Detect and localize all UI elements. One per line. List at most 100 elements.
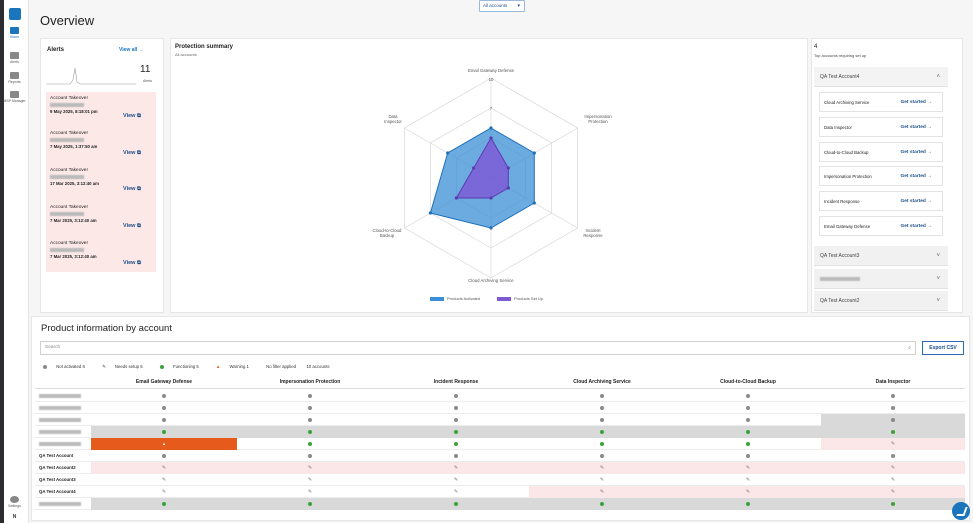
status-cell: [821, 498, 965, 510]
get-started-button[interactable]: Get started →: [901, 143, 932, 162]
axis-label: Data Inspector: [384, 114, 402, 124]
not-activated-icon: [600, 453, 604, 458]
chat-assistant-button[interactable]: [952, 502, 970, 520]
radar-point: [506, 186, 510, 190]
not-activated-icon: [308, 405, 312, 410]
account-name-redacted: [820, 276, 860, 281]
not-activated-icon: [891, 393, 895, 398]
status-cell: [91, 414, 237, 426]
table-row[interactable]: [35, 402, 965, 414]
export-csv-button[interactable]: Export CSV: [922, 341, 964, 355]
wrench-icon: ✎: [599, 465, 605, 471]
chevron-up-icon: ˄: [936, 74, 940, 80]
account-name-redacted: [39, 430, 81, 434]
get-started-button[interactable]: Get started →: [901, 118, 932, 137]
column-header: Email Gateway Defense: [135, 379, 193, 385]
status-cell: [383, 426, 529, 438]
setup-card: Cloud Archiving Service Get started →: [819, 92, 943, 112]
status-cell: ✎: [675, 462, 821, 474]
status-dot-icon: [43, 364, 47, 369]
legend-setup: Products Set Up: [497, 296, 543, 301]
axis-label: Cloud Archiving Service: [468, 278, 514, 283]
functioning-icon: [162, 501, 166, 506]
warning-icon: ▲: [162, 441, 166, 446]
get-started-button[interactable]: Get started →: [901, 167, 932, 186]
table-row[interactable]: ▲ ✎: [35, 438, 965, 450]
status-cell: [237, 498, 383, 510]
functioning-icon: [746, 501, 750, 506]
account-name-redacted: [39, 406, 81, 410]
status-cell: [383, 450, 529, 462]
not-activated-icon: [600, 405, 604, 410]
setup-card: Impersonation Protection Get started →: [819, 166, 943, 186]
status-cell: ✎: [821, 486, 965, 498]
status-cell: [237, 390, 383, 402]
status-cell: ✎: [821, 462, 965, 474]
warning-icon: ▲: [216, 364, 221, 369]
account-name: QA Test Account3: [39, 477, 76, 482]
wrench-icon: ✎: [453, 465, 459, 471]
search-input[interactable]: Search ⌕: [40, 341, 916, 355]
not-activated-icon: [454, 453, 458, 458]
functioning-icon: [746, 429, 750, 434]
account-name-redacted: [39, 418, 81, 422]
radar-point: [489, 226, 493, 230]
accordion-account4[interactable]: QA Test Account4 ˄: [814, 67, 948, 87]
legend-swatch: [497, 296, 511, 301]
status-cell: ✎: [821, 438, 965, 450]
accordion-account3[interactable]: QA Test Account3 ˅: [814, 246, 948, 266]
table-row[interactable]: QA Test Account4 ✎ ✎ ✎ ✎ ✎ ✎: [35, 486, 965, 498]
filter-not-activated[interactable]: Not activated 6: [43, 364, 93, 369]
table-row[interactable]: QA Test Account: [35, 450, 965, 462]
radar-point: [472, 166, 476, 170]
not-activated-icon: [746, 405, 750, 410]
status-cell: [529, 390, 675, 402]
wrench-icon: ✎: [102, 364, 106, 369]
radar-point: [489, 196, 493, 200]
accordion-account2[interactable]: QA Test Account2 ˅: [814, 291, 948, 311]
get-started-button[interactable]: Get started →: [901, 192, 932, 211]
status-cell: [821, 426, 965, 438]
status-cell: ✎: [91, 474, 237, 486]
status-cell: [821, 390, 965, 402]
status-cell: [821, 402, 965, 414]
wrench-icon: ✎: [453, 477, 459, 483]
status-cell: ✎: [91, 462, 237, 474]
filter-warning[interactable]: ▲ Warning 1: [216, 364, 257, 369]
table-row[interactable]: [35, 498, 965, 510]
functioning-icon: [308, 429, 312, 434]
status-cell: [237, 438, 383, 450]
account-name: QA Test Account2: [39, 465, 76, 470]
accordion-redacted-account[interactable]: ˅: [814, 269, 948, 289]
functioning-icon: [600, 441, 604, 446]
status-cell: [91, 498, 237, 510]
get-started-button[interactable]: Get started →: [901, 217, 932, 236]
setup-card: Email Gateway Defense Get started →: [819, 216, 943, 236]
axis-label: Cloud-to-Cloud Backup: [372, 228, 402, 238]
setup-count: 4: [814, 44, 818, 50]
get-started-button[interactable]: Get started →: [901, 93, 932, 112]
status-cell: ✎: [383, 462, 529, 474]
account-name: QA Test Account: [39, 453, 74, 458]
table-row[interactable]: QA Test Account3 ✎ ✎ ✎ ✎ ✎ ✎: [35, 474, 965, 486]
functioning-icon: [162, 429, 166, 434]
column-header: Data Inspector: [875, 379, 911, 385]
status-cell: [675, 414, 821, 426]
radar-point: [506, 166, 510, 170]
status-cell: [675, 390, 821, 402]
legend-swatch: [430, 296, 444, 301]
table-row[interactable]: [35, 390, 965, 402]
table-row[interactable]: [35, 414, 965, 426]
filter-functioning[interactable]: Functioning 5: [159, 364, 207, 369]
table-row[interactable]: QA Test Account2 ✎ ✎ ✎ ✎ ✎ ✎: [35, 462, 965, 474]
scale-label: 7: [489, 106, 493, 111]
search-icon: ⌕: [908, 345, 911, 351]
wrench-icon: ✎: [161, 477, 167, 483]
table-row[interactable]: [35, 426, 965, 438]
not-activated-icon: [454, 417, 458, 422]
filter-needs-setup[interactable]: ✎ Needs setup 5: [102, 364, 151, 369]
functioning-icon: [454, 441, 458, 446]
status-cell: [237, 426, 383, 438]
axis-label: Incident Response: [583, 228, 603, 238]
status-cell: ✎: [237, 474, 383, 486]
